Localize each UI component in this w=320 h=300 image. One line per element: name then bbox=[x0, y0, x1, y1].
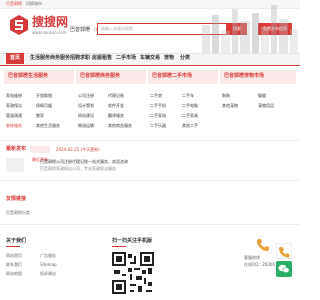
latest-item[interactable]: 巴音郭楞公司注册代理记账一站式服务，欢迎咨询 bbox=[40, 160, 128, 164]
top-link-switch-city[interactable]: 切换城市 bbox=[26, 2, 42, 6]
category-link[interactable]: 二手手机 bbox=[150, 104, 166, 108]
category-link[interactable]: 网站建设 bbox=[78, 114, 94, 118]
nav-item-label[interactable]: 车辆交易 bbox=[140, 56, 160, 61]
category-title[interactable]: 巴音郭楞商务服务 bbox=[80, 74, 120, 79]
category-link[interactable]: 其他商务服务 bbox=[108, 124, 132, 128]
latest-item[interactable]: 巴音郭楞家政保洁公司，专业家政保洁服务 bbox=[40, 167, 116, 171]
search-input[interactable]: 请输入关键词搜索 bbox=[101, 27, 133, 31]
category-link[interactable]: 代理记账 bbox=[108, 94, 124, 98]
footer-link[interactable]: 网站地图 bbox=[6, 272, 22, 276]
qr-code-icon bbox=[112, 252, 154, 294]
category-link[interactable]: 软件开发 bbox=[108, 104, 124, 108]
category-link[interactable]: 管道疏通 bbox=[6, 114, 22, 118]
category-link[interactable]: 保姆月嫂 bbox=[36, 104, 52, 108]
hotline-label: 客服热线 bbox=[244, 255, 260, 260]
top-link-city[interactable]: 巴音郭楞 bbox=[6, 2, 22, 6]
footer-link[interactable]: Sitemap bbox=[40, 263, 57, 267]
category-link[interactable]: 狗狗 bbox=[222, 94, 230, 98]
latest-badge: 最近更新 bbox=[30, 146, 50, 162]
footer-link[interactable]: 广告服务 bbox=[40, 254, 56, 258]
latest-time: 2024-02-25 (今天更新) bbox=[56, 147, 100, 152]
category-link[interactable]: 二手家具 bbox=[182, 114, 198, 118]
nav-item-label[interactable]: 招聘求职 bbox=[70, 56, 90, 61]
nav-item-label[interactable]: 宠物 bbox=[164, 56, 174, 61]
scroll-top-button[interactable] bbox=[276, 243, 292, 259]
category-link[interactable]: 宠物用品 bbox=[258, 104, 274, 108]
nav-item-label[interactable]: 生活服务 bbox=[30, 56, 50, 61]
qr-underline bbox=[112, 246, 126, 247]
category-link[interactable]: 物流运输 bbox=[78, 124, 94, 128]
footer-link[interactable]: 联系我们 bbox=[6, 263, 22, 267]
category-link[interactable]: 其他宠物 bbox=[222, 104, 238, 108]
category-link[interactable]: 二手电脑 bbox=[182, 104, 198, 108]
footer-link[interactable]: 投诉建议 bbox=[40, 272, 56, 276]
category-link[interactable]: 开锁换锁 bbox=[36, 94, 52, 98]
category-title[interactable]: 巴音郭楞生活服务 bbox=[8, 74, 48, 79]
qr-title: 扫一扫关注手机版 bbox=[112, 238, 153, 244]
phone-icon bbox=[257, 239, 269, 251]
links-title: 友情链接 bbox=[6, 196, 27, 202]
category-link[interactable]: 设计策划 bbox=[78, 104, 94, 108]
about-underline bbox=[6, 246, 20, 247]
category-link[interactable]: 公司注册 bbox=[78, 94, 94, 98]
category-link[interactable]: 装修服务 bbox=[6, 124, 22, 128]
latest-title: 最新发布 bbox=[6, 146, 27, 152]
category-link[interactable]: 家政保洁 bbox=[6, 104, 22, 108]
footer-link[interactable]: 网站首页 bbox=[6, 254, 22, 258]
category-title[interactable]: 巴音郭楞宠物市场 bbox=[224, 74, 264, 79]
nav-item-label[interactable]: 房屋租售 bbox=[92, 56, 112, 61]
category-link[interactable]: 二手乐器 bbox=[150, 124, 166, 128]
category-link[interactable]: 其他二手 bbox=[182, 124, 198, 128]
nav-item-label[interactable]: 分类 bbox=[180, 56, 190, 61]
wechat-icon bbox=[278, 264, 290, 274]
skyline-illustration bbox=[202, 5, 298, 53]
latest-item-avatar bbox=[6, 158, 24, 172]
category-link[interactable]: 搬家 bbox=[36, 114, 44, 118]
logo-icon bbox=[10, 15, 28, 35]
phone-float-icon bbox=[279, 247, 290, 258]
nav-item-label[interactable]: 二手市场 bbox=[116, 56, 136, 61]
category-link[interactable]: 家电维修 bbox=[6, 94, 22, 98]
category-title[interactable]: 巴音郭楞二手市场 bbox=[152, 74, 192, 79]
nav-item-label[interactable]: 商务服务 bbox=[50, 56, 70, 61]
category-link[interactable]: 二手车 bbox=[182, 94, 194, 98]
logo-url: www.sousoo.com bbox=[32, 30, 67, 35]
divider bbox=[0, 180, 300, 181]
city-name: 巴音郭楞 bbox=[70, 27, 91, 33]
logo-name: 搜搜网 bbox=[32, 15, 69, 29]
about-title: 关于我们 bbox=[6, 238, 27, 244]
category-link[interactable]: 其他生活服务 bbox=[36, 124, 60, 128]
nav-item-label: 首页 bbox=[10, 55, 21, 61]
category-link[interactable]: 二手房 bbox=[150, 94, 162, 98]
category-link[interactable]: 猫猫 bbox=[258, 94, 266, 98]
site-logo[interactable]: 搜搜网 www.sousoo.com bbox=[8, 12, 70, 42]
divider bbox=[0, 140, 300, 141]
category-link[interactable]: 二手家电 bbox=[150, 114, 166, 118]
links-item[interactable]: 巴音郭楞分类 bbox=[6, 211, 30, 215]
wechat-float-button[interactable] bbox=[276, 261, 292, 277]
category-link[interactable]: 翻译服务 bbox=[108, 114, 124, 118]
